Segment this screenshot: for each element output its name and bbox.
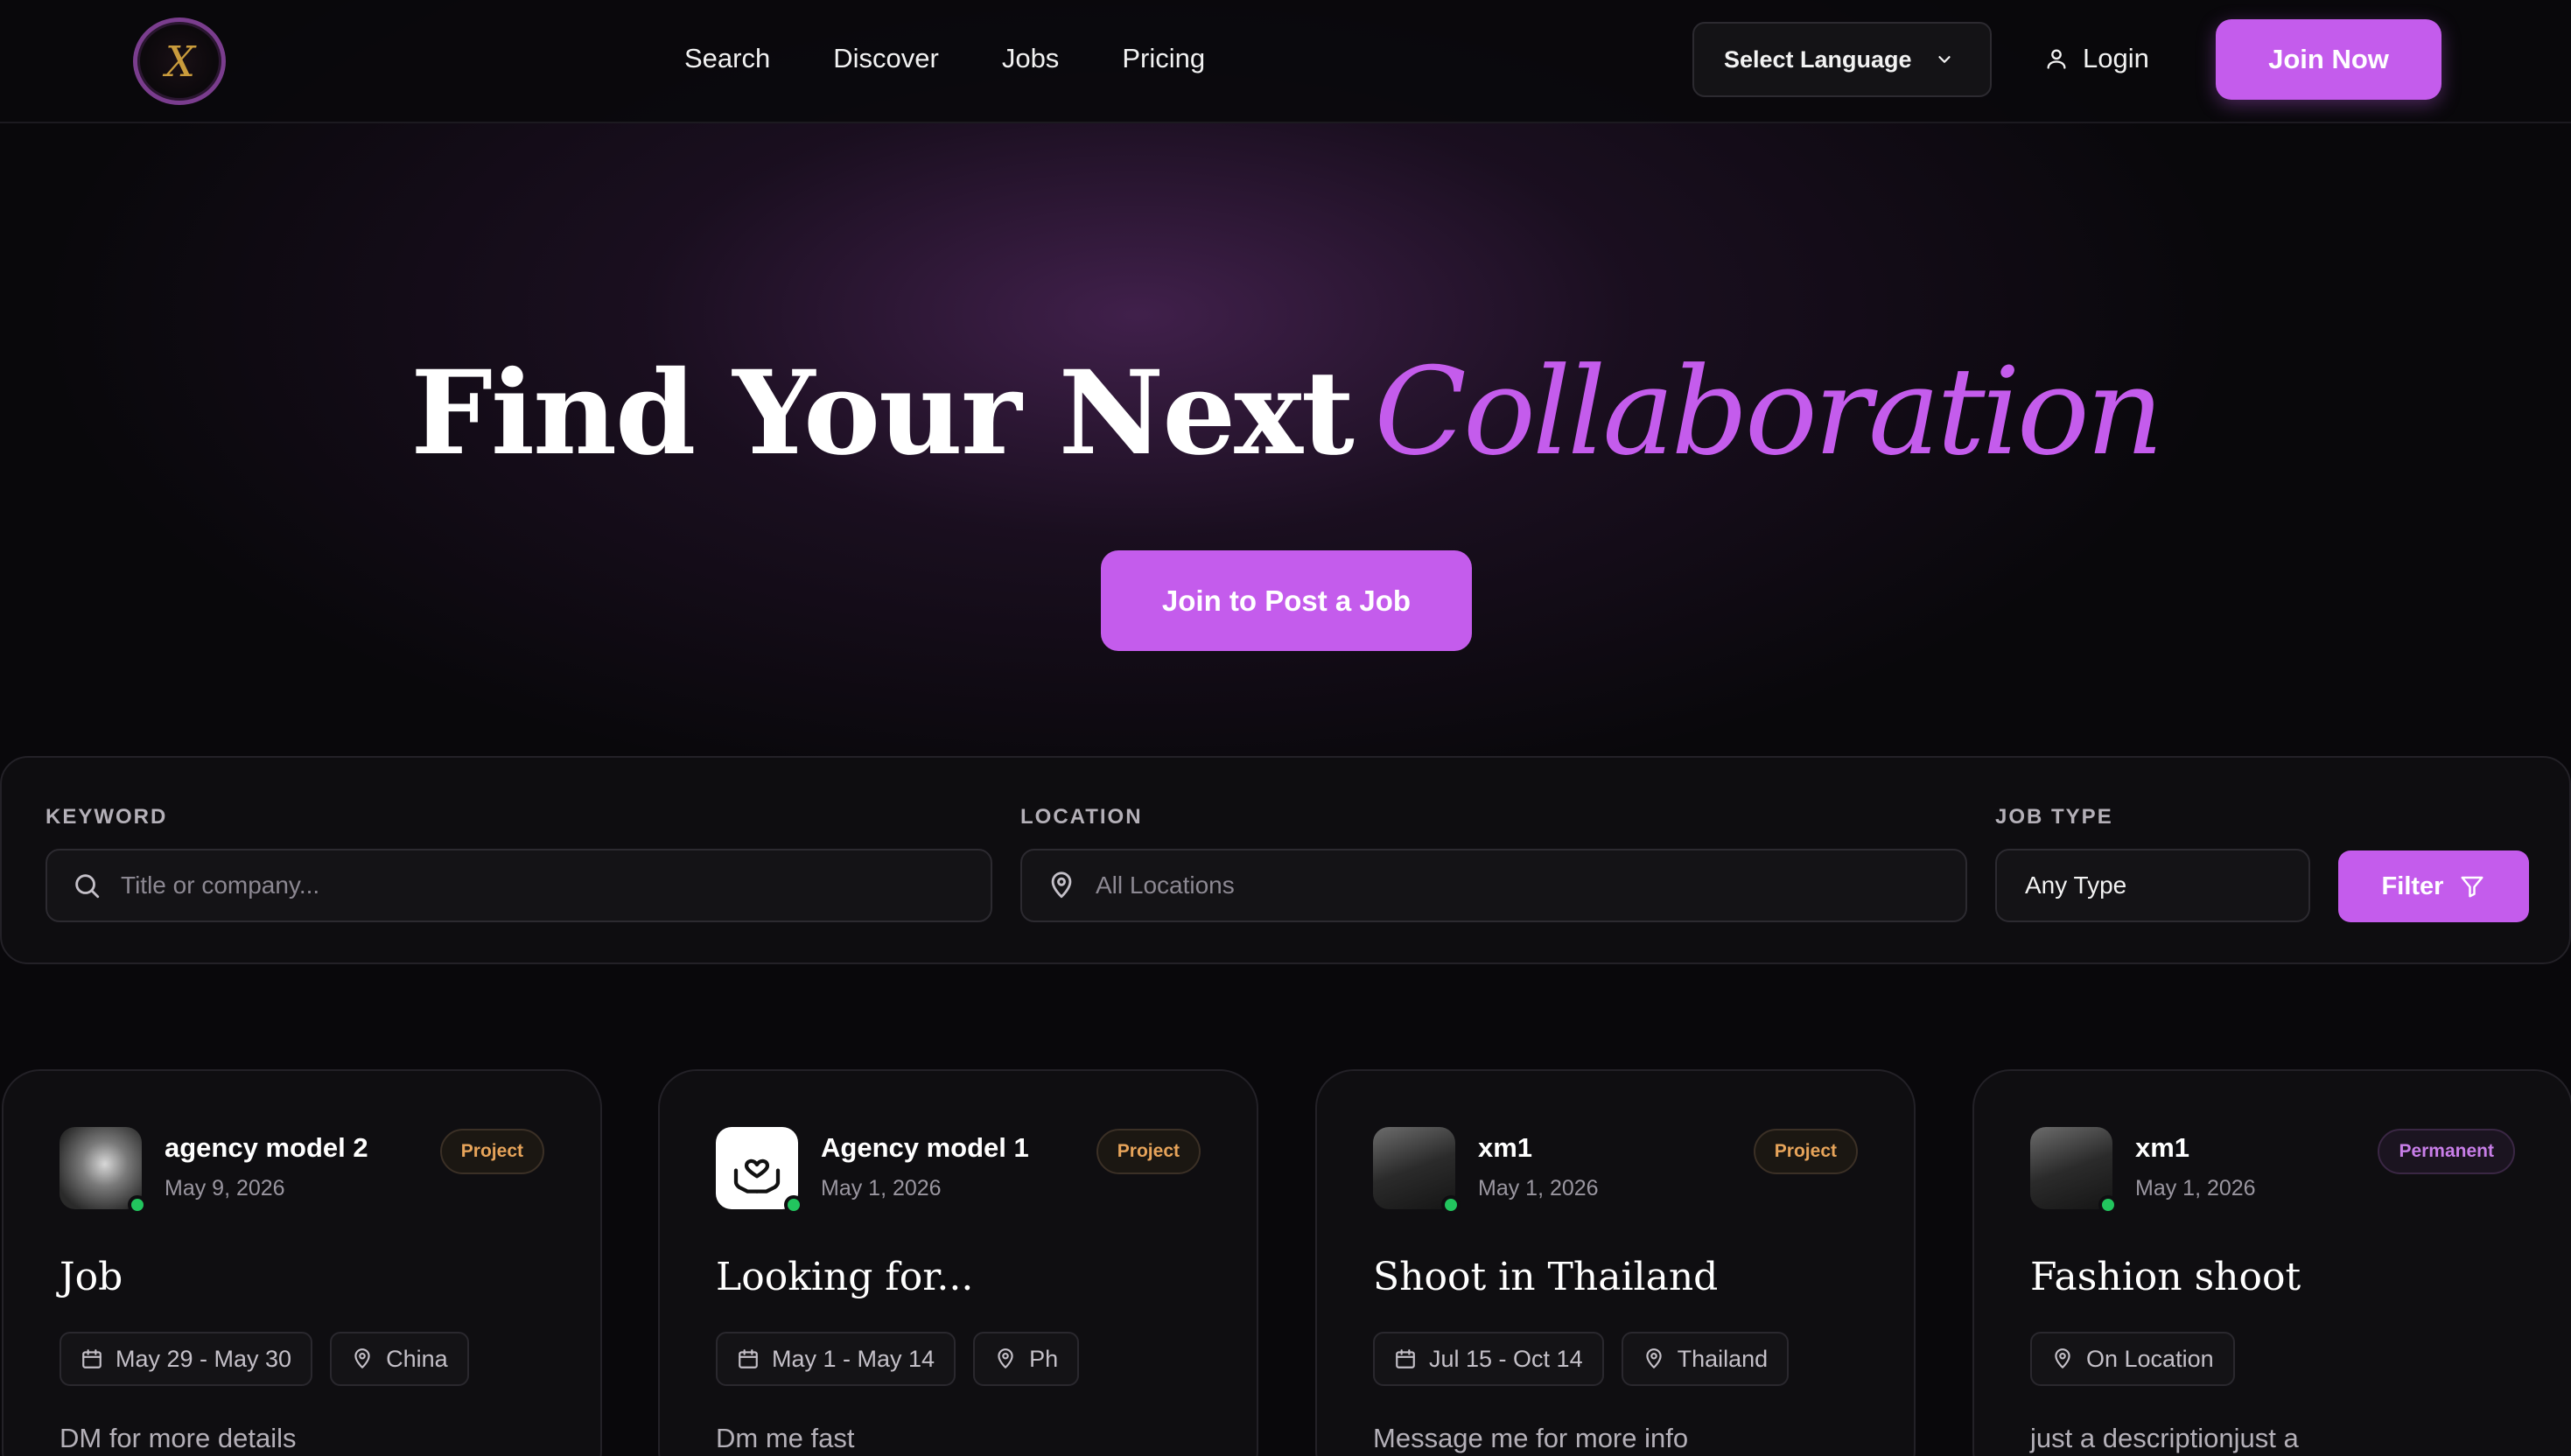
job-card[interactable]: Agency model 1 May 1, 2026 Project Looki… (658, 1069, 1258, 1456)
top-navbar: X Search Discover Jobs Pricing Select La… (0, 0, 2571, 123)
calendar-icon (1396, 1349, 1415, 1368)
job-type-select[interactable]: Any Type (1995, 849, 2310, 922)
map-pin-icon (998, 1348, 1013, 1368)
job-type-value: Any Type (2025, 872, 2127, 899)
language-select-label: Select Language (1724, 46, 1912, 73)
poster-name: xm1 (2135, 1132, 2190, 1163)
nav-links: Search Discover Jobs Pricing (684, 40, 1205, 77)
job-type-label: JOB TYPE (1995, 805, 2113, 829)
location-placeholder: All Locations (1096, 872, 1235, 899)
date-range-chip: Jul 15 - Oct 14 (1373, 1332, 1604, 1386)
job-meta-chips: On Location (2030, 1332, 2235, 1386)
nav-link-discover[interactable]: Discover (833, 40, 939, 77)
location-input[interactable]: All Locations (1020, 849, 1967, 922)
date-range: May 1 - May 14 (772, 1345, 935, 1372)
online-status-dot (2098, 1195, 2118, 1214)
job-location: On Location (2086, 1345, 2214, 1372)
job-meta-chips: May 1 - May 14 Ph (716, 1332, 1080, 1386)
post-date: May 9, 2026 (165, 1176, 285, 1200)
map-pin-icon (354, 1348, 370, 1368)
job-location: Thailand (1677, 1345, 1769, 1372)
location-chip: Ph (973, 1332, 1080, 1386)
hero-title-script: Collaboration (1374, 341, 2163, 482)
calendar-icon (739, 1349, 758, 1368)
date-range-chip: May 1 - May 14 (716, 1332, 956, 1386)
post-date: May 1, 2026 (1478, 1176, 1599, 1200)
language-select[interactable]: Select Language (1692, 22, 1992, 97)
heart-hands-icon (733, 1158, 781, 1194)
post-date: May 1, 2026 (2135, 1176, 2256, 1200)
online-status-dot (784, 1195, 803, 1214)
online-status-dot (128, 1195, 147, 1214)
job-type-badge: Project (1753, 1129, 1858, 1174)
login-label: Login (2083, 43, 2149, 74)
filter-icon (2461, 876, 2483, 898)
location-chip: Thailand (1621, 1332, 1790, 1386)
keyword-input[interactable]: Title or company... (46, 849, 992, 922)
job-card[interactable]: xm1 May 1, 2026 Project Shoot in Thailan… (1315, 1069, 1916, 1456)
brand-logo[interactable]: X (133, 18, 226, 105)
online-status-dot (1441, 1195, 1461, 1214)
job-title: Fashion shoot (2030, 1255, 2301, 1299)
job-meta-chips: May 29 - May 30 China (60, 1332, 469, 1386)
map-pin-icon (1051, 872, 1072, 899)
filter-button-label: Filter (2381, 872, 2444, 900)
location-chip: On Location (2030, 1332, 2235, 1386)
nav-link-pricing[interactable]: Pricing (1122, 40, 1205, 77)
poster-avatar (60, 1127, 142, 1209)
job-title: Shoot in Thailand (1373, 1255, 1719, 1299)
job-meta-chips: Jul 15 - Oct 14 Thailand (1373, 1332, 1790, 1386)
location-label: LOCATION (1020, 805, 1143, 829)
job-description: Message me for more info (1373, 1423, 1689, 1453)
job-location: Ph (1029, 1345, 1059, 1372)
post-job-button[interactable]: Join to Post a Job (1101, 550, 1472, 651)
hero-title-plain: Find Your Next (410, 346, 1355, 481)
calendar-icon (82, 1349, 102, 1368)
date-range-chip: May 29 - May 30 (60, 1332, 313, 1386)
logo-monogram-icon: X (165, 38, 196, 87)
job-card[interactable]: agency model 2 May 9, 2026 Project Job M… (2, 1069, 602, 1456)
user-icon (2047, 49, 2066, 69)
job-location: China (386, 1345, 448, 1372)
job-description: Dm me fast (716, 1423, 855, 1453)
date-range: May 29 - May 30 (116, 1345, 292, 1372)
job-description: DM for more details (60, 1423, 297, 1453)
poster-name: Agency model 1 (821, 1132, 1029, 1163)
filter-button[interactable]: Filter (2338, 850, 2529, 922)
poster-name: agency model 2 (165, 1132, 368, 1163)
keyword-placeholder: Title or company... (121, 872, 320, 899)
job-card[interactable]: xm1 May 1, 2026 Permanent Fashion shoot … (1972, 1069, 2571, 1456)
poster-avatar (2030, 1127, 2112, 1209)
poster-name: xm1 (1478, 1132, 1533, 1163)
job-title: Job (60, 1255, 123, 1299)
hero-title: Find Your Next Collaboration (0, 341, 2571, 482)
job-type-badge: Project (1096, 1129, 1201, 1174)
login-link[interactable]: Login (2044, 40, 2149, 77)
chevron-down-icon (1937, 56, 1951, 63)
map-pin-icon (2055, 1348, 2070, 1368)
post-date: May 1, 2026 (821, 1176, 942, 1200)
nav-link-search[interactable]: Search (684, 40, 770, 77)
job-description: just a descriptionjust a (2030, 1423, 2299, 1453)
nav-link-jobs[interactable]: Jobs (1002, 40, 1059, 77)
poster-avatar (716, 1127, 798, 1209)
job-type-badge: Permanent (2378, 1129, 2515, 1174)
job-search-panel: KEYWORD Title or company... LOCATION All… (0, 756, 2571, 964)
job-title: Looking for... (716, 1255, 974, 1299)
join-now-button[interactable]: Join Now (2216, 19, 2441, 100)
map-pin-icon (1645, 1348, 1662, 1368)
search-icon (75, 874, 100, 899)
keyword-label: KEYWORD (46, 805, 168, 829)
location-chip: China (330, 1332, 469, 1386)
date-range: Jul 15 - Oct 14 (1429, 1345, 1583, 1372)
poster-avatar (1373, 1127, 1455, 1209)
job-type-badge: Project (439, 1129, 544, 1174)
